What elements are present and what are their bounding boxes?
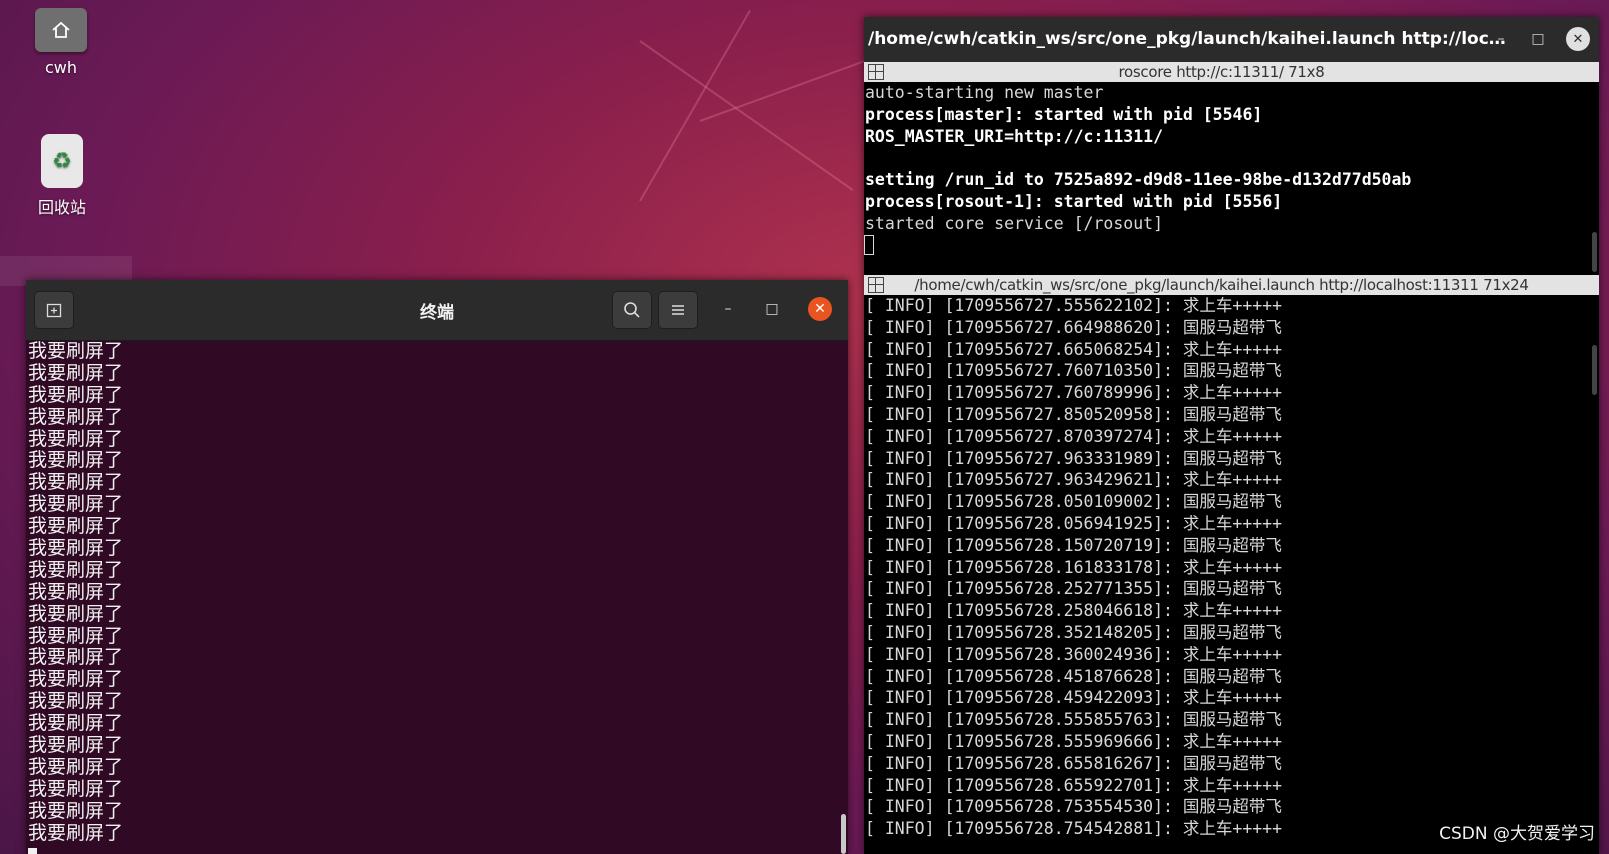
log-line: [ INFO] [1709556727.760710350]: 国服马超带飞 — [865, 361, 1282, 381]
terminal-line: 我要刷屏了 — [28, 580, 124, 603]
terminator-titlebar[interactable]: /home/cwh/catkin_ws/src/one_pkg/launch/k… — [864, 17, 1599, 62]
terminal-line: 我要刷屏了 — [28, 449, 124, 472]
log-line: [ INFO] [1709556728.655922701]: 求上车+++++ — [865, 775, 1283, 795]
log-line: [ INFO] [1709556727.555622102]: 求上车+++++ — [865, 296, 1283, 315]
terminal-line: 我要刷屏了 — [28, 558, 124, 581]
terminal-line: 我要刷屏了 — [28, 493, 124, 516]
scrollbar[interactable] — [841, 814, 846, 854]
log-line: [ INFO] [1709556727.664988620]: 国服马超带飞 — [865, 317, 1282, 337]
terminal-line: 我要刷屏了 — [28, 712, 124, 735]
new-tab-icon — [46, 303, 62, 318]
log-line: [ INFO] [1709556728.753554530]: 国服马超带飞 — [865, 797, 1282, 817]
terminal-line: 我要刷屏了 — [28, 624, 124, 647]
terminal-line: 我要刷屏了 — [28, 383, 124, 406]
gnome-terminal-output[interactable]: 我要刷屏了 我要刷屏了 我要刷屏了 我要刷屏了 我要刷屏了 我要刷屏了 我要刷屏了 我要刷屏了… — [26, 341, 838, 854]
terminal-line: 我要刷屏了 — [28, 471, 124, 494]
desktop-icon-trash[interactable]: ♻ 回收站 — [7, 134, 117, 218]
log-line: [ INFO] [1709556727.760789996]: 求上车+++++ — [865, 383, 1283, 403]
log-line: [ INFO] [1709556728.258046618]: 求上车+++++ — [865, 601, 1283, 621]
desktop-icon-label: cwh — [44, 58, 78, 77]
terminal-line: auto-starting new master — [865, 83, 1104, 102]
home-folder-icon — [35, 8, 87, 52]
terminal-line: 我要刷屏了 — [28, 515, 124, 538]
log-line: [ INFO] [1709556728.252771355]: 国服马超带飞 — [865, 579, 1282, 599]
text-cursor — [28, 848, 37, 854]
log-line: [ INFO] [1709556728.352148205]: 国服马超带飞 — [865, 622, 1282, 642]
bottom-pane-terminal[interactable]: [ INFO] [1709556727.555622102]: 求上车+++++… — [864, 295, 1599, 854]
log-line: [ INFO] [1709556728.360024936]: 求上车+++++ — [865, 644, 1283, 664]
log-line: [ INFO] [1709556727.963429621]: 求上车+++++ — [865, 470, 1283, 490]
log-line: [ INFO] [1709556727.963331989]: 国服马超带飞 — [865, 448, 1282, 468]
terminal-line: 我要刷屏了 — [28, 668, 124, 691]
trash-icon: ♻ — [41, 134, 83, 188]
terminal-line: started core service [/rosout] — [865, 213, 1164, 233]
log-line: [ INFO] [1709556728.150720719]: 国服马超带飞 — [865, 535, 1282, 555]
desktop-icon-label: 回收站 — [37, 198, 86, 217]
log-line: [ INFO] [1709556728.655816267]: 国服马超带飞 — [865, 753, 1282, 773]
terminal-line: 我要刷屏了 — [28, 734, 124, 757]
log-line: [ INFO] [1709556727.665068254]: 求上车+++++ — [865, 339, 1283, 359]
search-button[interactable] — [612, 291, 652, 329]
minimize-button[interactable]: – — [1489, 27, 1513, 51]
terminal-line: process[rosout-1]: started with pid [555… — [865, 191, 1283, 211]
terminal-line: 我要刷屏了 — [28, 602, 124, 625]
maximize-button[interactable]: □ — [760, 297, 784, 321]
log-line: [ INFO] [1709556728.555969666]: 求上车+++++ — [865, 731, 1283, 751]
log-line: [ INFO] [1709556727.850520958]: 国服马超带飞 — [865, 404, 1282, 424]
terminal-line: 我要刷屏了 — [28, 341, 124, 362]
log-line: [ INFO] [1709556728.161833178]: 求上车+++++ — [865, 557, 1283, 577]
terminal-line: 我要刷屏了 — [28, 427, 124, 450]
search-icon — [624, 302, 640, 318]
top-pane-terminal[interactable]: auto-starting new master process[master]:… — [864, 82, 1599, 275]
terminal-line: 我要刷屏了 — [28, 799, 124, 822]
gnome-terminal-headerbar[interactable]: 终端 – □ ✕ — [26, 280, 848, 341]
log-line: [ INFO] [1709556728.451876628]: 国服马超带飞 — [865, 666, 1282, 686]
terminal-line: 我要刷屏了 — [28, 755, 124, 778]
terminal-line: 我要刷屏了 — [28, 821, 124, 844]
menu-button[interactable] — [658, 291, 698, 329]
terminal-line: process[master]: started with pid [5546] — [865, 104, 1263, 124]
gnome-terminal-window[interactable]: 终端 – □ ✕ 我要刷屏了 我要刷屏了 我要刷屏了 我要刷屏了 我要刷屏了 我要刷屏了我… — [26, 280, 848, 854]
terminal-line: 我要刷屏了 — [28, 405, 124, 428]
wallpaper-line — [699, 58, 870, 122]
log-line: [ INFO] [1709556728.050109002]: 国服马超带飞 — [865, 492, 1282, 512]
pane-title: roscore http://c:11311/ 71x8 — [1118, 63, 1325, 81]
log-line: [ INFO] [1709556728.555855763]: 国服马超带飞 — [865, 710, 1282, 730]
pane-title: /home/cwh/catkin_ws/src/one_pkg/launch/k… — [914, 276, 1529, 294]
terminal-line: 我要刷屏了 — [28, 537, 124, 560]
log-line: [ INFO] [1709556727.870397274]: 求上车+++++ — [865, 426, 1283, 446]
terminal-line: 我要刷屏了 — [28, 690, 124, 713]
scrollbar[interactable] — [1592, 345, 1597, 395]
close-button[interactable]: ✕ — [808, 297, 832, 321]
terminal-line: 我要刷屏了 — [28, 361, 124, 384]
desktop-icon-home[interactable]: cwh — [6, 8, 116, 77]
terminal-line: ROS_MASTER_URI=http://c:11311/ — [865, 126, 1164, 146]
wallpaper-line — [639, 40, 854, 191]
new-tab-button[interactable] — [34, 291, 74, 329]
top-pane-titlebar[interactable]: roscore http://c:11311/ 71x8 — [864, 62, 1599, 82]
watermark: CSDN @大贺爱学习 — [1439, 824, 1595, 844]
close-button[interactable]: ✕ — [1566, 27, 1590, 51]
log-line: [ INFO] [1709556728.056941925]: 求上车+++++ — [865, 513, 1283, 533]
text-cursor — [864, 234, 874, 255]
window-title: /home/cwh/catkin_ws/src/one_pkg/launch/k… — [868, 29, 1508, 49]
scrollbar[interactable] — [1592, 232, 1597, 272]
minimize-button[interactable]: – — [716, 297, 740, 321]
log-line: [ INFO] [1709556728.459422093]: 求上车+++++ — [865, 688, 1283, 708]
hamburger-menu-icon — [672, 305, 684, 315]
terminal-line: setting /run_id to 7525a892-d9d8-11ee-98… — [865, 170, 1412, 190]
bottom-pane-titlebar[interactable]: /home/cwh/catkin_ws/src/one_pkg/launch/k… — [864, 275, 1599, 295]
terminal-line: 我要刷屏了 — [28, 777, 124, 800]
terminal-line: 我要刷屏了 — [28, 646, 124, 669]
terminator-window[interactable]: /home/cwh/catkin_ws/src/one_pkg/launch/k… — [864, 17, 1599, 854]
maximize-button[interactable]: □ — [1526, 27, 1550, 51]
